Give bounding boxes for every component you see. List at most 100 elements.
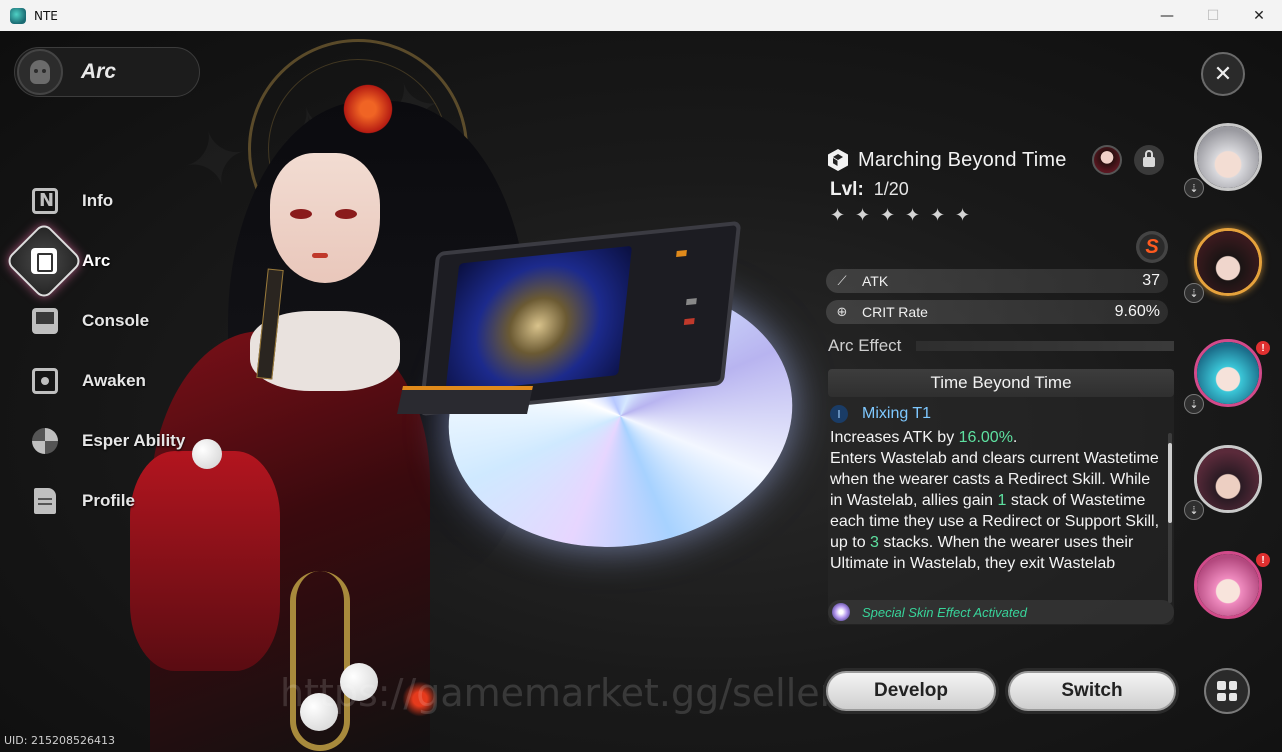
star-icon: ✦ xyxy=(930,205,946,226)
device-light xyxy=(686,298,697,306)
stat-name: ATK xyxy=(862,273,889,289)
tier-name: Mixing T1 xyxy=(862,405,932,422)
character-head-icon xyxy=(17,49,63,95)
special-skin-text: Special Skin Effect Activated xyxy=(862,604,1027,620)
character-left-eye xyxy=(290,209,312,219)
roster-slot-active[interactable]: ⇣ xyxy=(1184,228,1274,318)
stat-row-crit-rate: ⊕ CRIT Rate 9.60% xyxy=(826,300,1168,324)
star-icon: ✦ xyxy=(855,205,871,226)
close-button[interactable]: ✕ xyxy=(1201,52,1245,96)
arc-type-icon xyxy=(826,148,850,172)
effect-description[interactable]: Increases ATK by 16.00%. Enters Wastelab… xyxy=(830,427,1164,597)
character-face xyxy=(270,153,380,283)
stat-name: CRIT Rate xyxy=(862,304,928,320)
profile-icon xyxy=(20,476,70,526)
arc-effect-box: Time Beyond Time I Mixing T1 Increases A… xyxy=(828,369,1174,625)
game-viewport: ✦ ✧ ✦ https://gamemarket.gg/seller/d... … xyxy=(0,31,1282,752)
star-icon: ✦ xyxy=(955,205,971,226)
character-portrait-pink-hair[interactable] xyxy=(1194,551,1262,619)
grid-icon xyxy=(1217,681,1237,701)
page-title: Arc xyxy=(81,60,117,83)
nav-item-info[interactable]: Info xyxy=(0,171,240,231)
nav-item-awaken[interactable]: Awaken xyxy=(0,351,240,411)
star-icon: ✦ xyxy=(830,205,846,226)
effect-name-tab[interactable]: Time Beyond Time xyxy=(828,369,1174,397)
character-right-eye xyxy=(335,209,357,219)
develop-button[interactable]: Develop xyxy=(826,671,996,711)
star-icon: ✦ xyxy=(880,205,896,226)
nav-item-arc[interactable]: Arc xyxy=(0,221,240,301)
character-portrait-white-hair[interactable] xyxy=(1194,123,1262,191)
desc-highlight: 3 xyxy=(870,534,879,551)
hair-flower-ornament xyxy=(340,81,396,137)
stat-value: 9.60% xyxy=(1114,303,1160,320)
desc-text: . xyxy=(1012,429,1018,446)
arc-name: Marching Beyond Time xyxy=(858,148,1067,171)
swap-down-icon[interactable]: ⇣ xyxy=(1184,178,1204,198)
stat-row-atk: ⟋ ATK 37 xyxy=(826,269,1168,293)
swap-down-icon[interactable]: ⇣ xyxy=(1184,500,1204,520)
device-light xyxy=(676,249,687,257)
window-close-button[interactable]: ✕ xyxy=(1236,0,1282,31)
awaken-icon xyxy=(20,356,70,406)
window-controls: — ☐ ✕ xyxy=(1144,0,1282,31)
crit-rate-icon: ⊕ xyxy=(836,304,848,320)
arc-device-base xyxy=(397,386,533,414)
effect-tier-row: I Mixing T1 xyxy=(830,405,931,423)
arc-icon xyxy=(4,221,84,301)
section-divider xyxy=(916,341,1174,351)
nav-item-label: Info xyxy=(82,191,114,210)
special-skin-row: Special Skin Effect Activated xyxy=(828,600,1174,624)
switch-button[interactable]: Switch xyxy=(1008,671,1176,711)
tier-icon: I xyxy=(830,405,848,423)
esper-ability-icon xyxy=(20,416,70,466)
character-portrait-black-hair[interactable] xyxy=(1194,228,1262,296)
desc-highlight: 16.00% xyxy=(958,429,1013,446)
nav-item-label: Profile xyxy=(82,491,135,510)
atk-icon: ⟋ xyxy=(837,273,847,289)
nav-item-esper-ability[interactable]: Esper Ability xyxy=(0,411,240,471)
nav-item-label: Console xyxy=(82,311,150,330)
alert-badge: ! xyxy=(1256,341,1270,355)
roster-slot[interactable]: ⇣ xyxy=(1184,123,1274,213)
nav-item-label: Esper Ability xyxy=(82,431,186,450)
star-icon: ✦ xyxy=(905,205,921,226)
user-id: UID: 215208526413 xyxy=(4,734,115,747)
lock-icon xyxy=(1143,150,1155,167)
desc-text: Increases ATK by xyxy=(830,429,959,446)
character-portrait-cyan-hair[interactable] xyxy=(1194,339,1262,407)
minimize-button[interactable]: — xyxy=(1144,0,1190,31)
level-label: Lvl: xyxy=(830,179,864,200)
roster-slot[interactable]: ⇣ ! xyxy=(1184,339,1274,429)
nav-item-profile[interactable]: Profile xyxy=(0,471,240,531)
window-titlebar[interactable]: NTE — ☐ ✕ xyxy=(0,0,1282,31)
window-title: NTE xyxy=(34,8,58,23)
console-icon xyxy=(20,296,70,346)
nav-item-label: Arc xyxy=(82,251,111,270)
roster-slot[interactable]: ! xyxy=(1184,551,1274,641)
app-icon xyxy=(10,7,26,24)
info-icon xyxy=(20,176,70,226)
page-header: Arc xyxy=(14,47,200,97)
nav-item-console[interactable]: Console xyxy=(0,291,240,351)
equipped-character-avatar[interactable] xyxy=(1092,145,1122,175)
roster-slot[interactable]: ⇣ xyxy=(1184,445,1274,535)
grid-view-button[interactable] xyxy=(1204,668,1250,714)
level-value: 1/20 xyxy=(873,179,909,199)
description-scrollbar[interactable] xyxy=(1168,433,1172,603)
stat-value: 37 xyxy=(1142,272,1160,289)
arc-device-screen xyxy=(445,245,633,393)
watermark-text: https://gamemarket.gg/seller/d... xyxy=(280,671,909,715)
device-light xyxy=(683,318,695,326)
alert-badge: ! xyxy=(1256,553,1270,567)
arc-name-row: Marching Beyond Time xyxy=(826,145,1176,175)
character-lips xyxy=(312,253,328,258)
swap-down-icon[interactable]: ⇣ xyxy=(1184,394,1204,414)
special-skin-icon xyxy=(832,603,850,621)
swap-down-icon[interactable]: ⇣ xyxy=(1184,283,1204,303)
arc-effect-section-title: Arc Effect xyxy=(828,336,902,355)
maximize-button[interactable]: ☐ xyxy=(1190,0,1236,31)
lock-button[interactable] xyxy=(1134,145,1164,175)
scroll-thumb[interactable] xyxy=(1168,443,1172,523)
character-portrait-dark-hair[interactable] xyxy=(1194,445,1262,513)
